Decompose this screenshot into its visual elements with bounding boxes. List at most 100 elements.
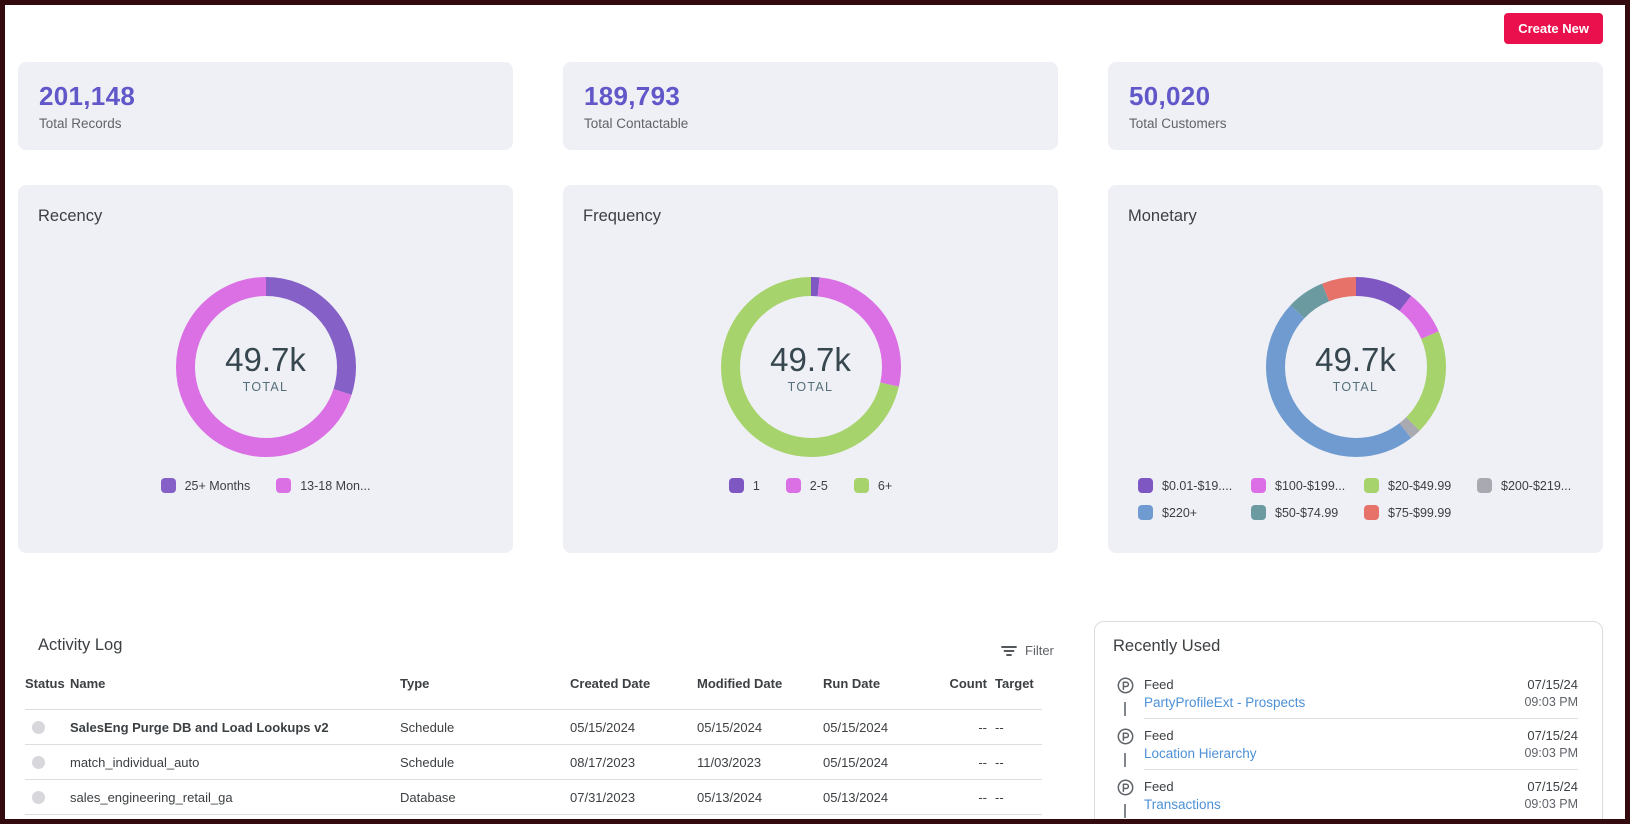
modified-date-cell: 05/13/2024: [697, 790, 823, 805]
legend-label: 25+ Months: [185, 479, 251, 493]
legend-label: 1: [753, 479, 760, 493]
table-row[interactable]: sales_engineering_retail_ga Database 07/…: [25, 780, 1042, 815]
created-date-cell: 08/17/2023: [570, 755, 697, 770]
type-cell: Schedule: [400, 755, 570, 770]
table-header-row: StatusNameTypeCreated DateModified DateR…: [25, 676, 1042, 710]
legend-swatch-icon: [1477, 478, 1492, 493]
count-cell: --: [923, 790, 987, 805]
item-date: 07/15/24: [1524, 677, 1578, 692]
status-icon: [32, 721, 45, 734]
legend-item[interactable]: 2-5: [786, 478, 828, 493]
legend-item[interactable]: $200-$219...: [1477, 478, 1590, 493]
name-cell: match_individual_auto: [70, 755, 400, 770]
chart-legend: $0.01-$19.... $100-$199... $20-$49.99 $2…: [1138, 478, 1603, 520]
donut-chart[interactable]: 49.7k TOTAL: [721, 277, 901, 457]
status-cell: [25, 756, 70, 769]
stat-label: Total Customers: [1129, 116, 1603, 131]
dashboard-page: Create New 201,148 Total Records 189,793…: [5, 5, 1625, 819]
filter-icon: [1001, 644, 1017, 658]
item-type: Feed: [1144, 728, 1257, 743]
legend-swatch-icon: [729, 478, 744, 493]
item-date: 07/15/24: [1524, 779, 1578, 794]
column-header: Name: [70, 676, 400, 691]
status-icon: [32, 791, 45, 804]
legend-label: $75-$99.99: [1388, 506, 1451, 520]
item-link[interactable]: PartyProfileExt - Prospects: [1144, 695, 1305, 710]
legend-item[interactable]: 6+: [854, 478, 892, 493]
item-link[interactable]: Location Hierarchy: [1144, 746, 1257, 761]
legend-item[interactable]: $0.01-$19....: [1138, 478, 1251, 493]
charts-row: Recency 49.7k TOTAL 25+ Months 13-18 Mon…: [18, 185, 1603, 553]
item-link[interactable]: Transactions: [1144, 797, 1221, 812]
item-time: 09:03 PM: [1524, 695, 1578, 710]
target-cell: --: [987, 790, 1042, 805]
target-cell: --: [987, 755, 1042, 770]
status-icon: [32, 756, 45, 769]
legend-item[interactable]: $75-$99.99: [1364, 505, 1477, 520]
legend-swatch-icon: [276, 478, 291, 493]
legend-swatch-icon: [786, 478, 801, 493]
create-new-button[interactable]: Create New: [1504, 13, 1603, 44]
chart-card: Monetary 49.7k TOTAL $0.01-$19.... $100-…: [1108, 185, 1603, 553]
column-header: Count: [923, 676, 987, 691]
legend-item[interactable]: $50-$74.99: [1251, 505, 1364, 520]
legend-item[interactable]: 1: [729, 478, 760, 493]
table-row[interactable]: match_individual_auto Schedule 08/17/202…: [25, 745, 1042, 780]
column-header: Run Date: [823, 676, 923, 691]
legend-label: 2-5: [810, 479, 828, 493]
legend-swatch-icon: [854, 478, 869, 493]
legend-item[interactable]: $20-$49.99: [1364, 478, 1477, 493]
recently-used-panel: Recently Used Feed PartyProfileExt - Pro…: [1094, 621, 1603, 819]
item-type: Feed: [1144, 779, 1221, 794]
run-date-cell: 05/15/2024: [823, 755, 923, 770]
donut-chart[interactable]: 49.7k TOTAL: [1266, 277, 1446, 457]
modified-date-cell: 05/15/2024: [697, 720, 823, 735]
stat-value: 189,793: [584, 81, 1058, 112]
legend-swatch-icon: [1251, 505, 1266, 520]
column-header: Created Date: [570, 676, 697, 691]
status-cell: [25, 721, 70, 734]
legend-item[interactable]: $220+: [1138, 505, 1251, 520]
legend-item[interactable]: 25+ Months: [161, 478, 251, 493]
donut-svg: [176, 277, 356, 457]
chart-legend: 25+ Months 13-18 Mon...: [18, 478, 513, 493]
table-row[interactable]: SalesEng Purge DB and Load Lookups v2 Sc…: [25, 710, 1042, 745]
timeline-connector: [1124, 753, 1126, 767]
created-date-cell: 05/15/2024: [570, 720, 697, 735]
type-cell: Database: [400, 790, 570, 805]
name-cell: sales_engineering_retail_ga: [70, 790, 400, 805]
legend-item[interactable]: 13-18 Mon...: [276, 478, 370, 493]
chart-card: Recency 49.7k TOTAL 25+ Months 13-18 Mon…: [18, 185, 513, 553]
legend-label: $200-$219...: [1501, 479, 1571, 493]
count-cell: --: [923, 720, 987, 735]
stat-label: Total Records: [39, 116, 513, 131]
filter-button[interactable]: Filter: [1001, 643, 1054, 658]
stat-card: 189,793 Total Contactable: [563, 62, 1058, 150]
list-item: Feed Transactions 07/15/24 09:03 PM: [1095, 770, 1602, 819]
stats-row: 201,148 Total Records 189,793 Total Cont…: [18, 62, 1603, 150]
list-item: Feed Location Hierarchy 07/15/24 09:03 P…: [1095, 719, 1602, 770]
timeline-connector: [1124, 702, 1126, 716]
chart-title: Recency: [38, 207, 102, 226]
donut-svg: [721, 277, 901, 457]
legend-swatch-icon: [1364, 505, 1379, 520]
donut-svg: [1266, 277, 1446, 457]
legend-label: 13-18 Mon...: [300, 479, 370, 493]
column-header: Modified Date: [697, 676, 823, 691]
recently-used-list: Feed PartyProfileExt - Prospects 07/15/2…: [1095, 668, 1602, 819]
chart-legend: 1 2-5 6+: [563, 478, 1058, 493]
item-date: 07/15/24: [1524, 728, 1578, 743]
chart-card: Frequency 49.7k TOTAL 1 2-5 6+: [563, 185, 1058, 553]
filter-label: Filter: [1025, 643, 1054, 658]
feed-icon: [1117, 677, 1134, 694]
stat-card: 50,020 Total Customers: [1108, 62, 1603, 150]
donut-chart[interactable]: 49.7k TOTAL: [176, 277, 356, 457]
column-header: Status: [25, 676, 70, 691]
legend-label: $50-$74.99: [1275, 506, 1338, 520]
activity-log-title: Activity Log: [38, 636, 122, 655]
legend-label: $0.01-$19....: [1162, 479, 1232, 493]
column-header: Target: [987, 676, 1042, 691]
legend-item[interactable]: $100-$199...: [1251, 478, 1364, 493]
column-header: Type: [400, 676, 570, 691]
legend-label: $220+: [1162, 506, 1197, 520]
